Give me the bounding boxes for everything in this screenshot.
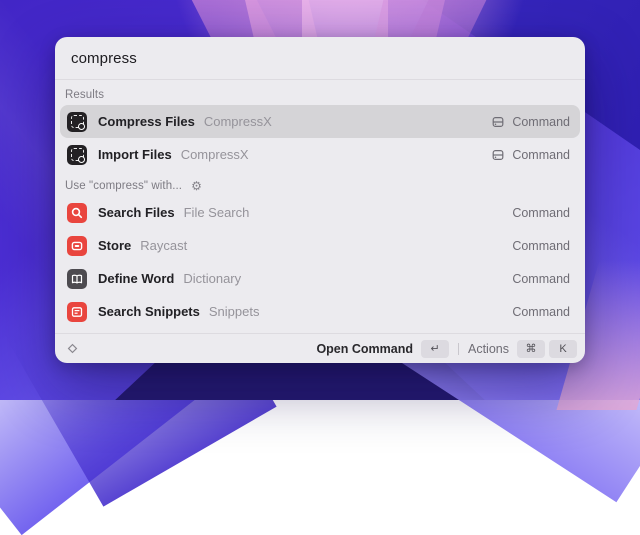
actions-button[interactable]: Actions <box>468 342 509 356</box>
result-type: Command <box>512 205 570 220</box>
result-type: Command <box>512 304 570 319</box>
result-row-define-word[interactable]: Define Word Dictionary Command <box>60 262 580 295</box>
disk-icon <box>492 116 504 127</box>
raycast-store-icon <box>67 235 87 256</box>
footer-bar: Open Command ↵ Actions ⌘ K <box>55 333 585 363</box>
compressx-icon <box>67 144 87 165</box>
search-input[interactable] <box>55 37 585 79</box>
search-bar <box>55 37 585 80</box>
compressx-icon-dot <box>78 155 85 163</box>
result-subtitle: CompressX <box>180 147 249 162</box>
result-type: Command <box>512 271 570 286</box>
results-list: Results Compress Files CompressX Command <box>55 80 585 333</box>
k-keycap[interactable]: K <box>549 339 577 358</box>
open-command-button[interactable]: Open Command <box>316 342 413 356</box>
result-row-store[interactable]: Store Raycast Command <box>60 229 580 262</box>
compressx-icon <box>67 111 87 132</box>
footer-divider <box>458 342 459 355</box>
result-type: Command <box>512 147 570 162</box>
result-subtitle: CompressX <box>203 114 272 129</box>
result-title: Store <box>98 238 132 253</box>
raycast-logo-icon <box>67 343 78 354</box>
section-header-results: Results <box>65 89 575 101</box>
section-header-fallback: Use "compress" with... ⚙ <box>65 180 575 192</box>
result-subtitle: File Search <box>183 205 250 220</box>
result-title: Define Word <box>98 271 175 286</box>
result-type: Command <box>512 114 570 129</box>
result-title: Search Snippets <box>98 304 200 319</box>
return-keycap[interactable]: ↵ <box>421 339 449 358</box>
result-title: Search Files <box>98 205 175 220</box>
result-type: Command <box>512 238 570 253</box>
result-title: Import Files <box>98 147 172 162</box>
raycast-launcher-window: Results Compress Files CompressX Command <box>55 37 585 363</box>
result-subtitle: Raycast <box>140 238 188 253</box>
disk-icon <box>492 149 504 160</box>
result-row-compress-files[interactable]: Compress Files CompressX Command <box>60 105 580 138</box>
result-row-search-snippets[interactable]: Search Snippets Snippets Command <box>60 295 580 328</box>
result-subtitle: Dictionary <box>183 271 242 286</box>
gear-icon[interactable]: ⚙ <box>191 180 202 192</box>
file-search-icon <box>67 202 87 223</box>
snippets-icon <box>67 301 87 322</box>
result-title: Compress Files <box>98 114 195 129</box>
result-subtitle: Snippets <box>208 304 260 319</box>
section-label: Results <box>65 89 105 101</box>
cmd-keycap[interactable]: ⌘ <box>517 339 545 358</box>
result-row-import-files[interactable]: Import Files CompressX Command <box>60 138 580 171</box>
section-label: Use "compress" with... <box>65 180 183 192</box>
dictionary-icon <box>67 268 87 289</box>
result-row-search-files[interactable]: Search Files File Search Command <box>60 196 580 229</box>
compressx-icon-dot <box>78 122 85 130</box>
